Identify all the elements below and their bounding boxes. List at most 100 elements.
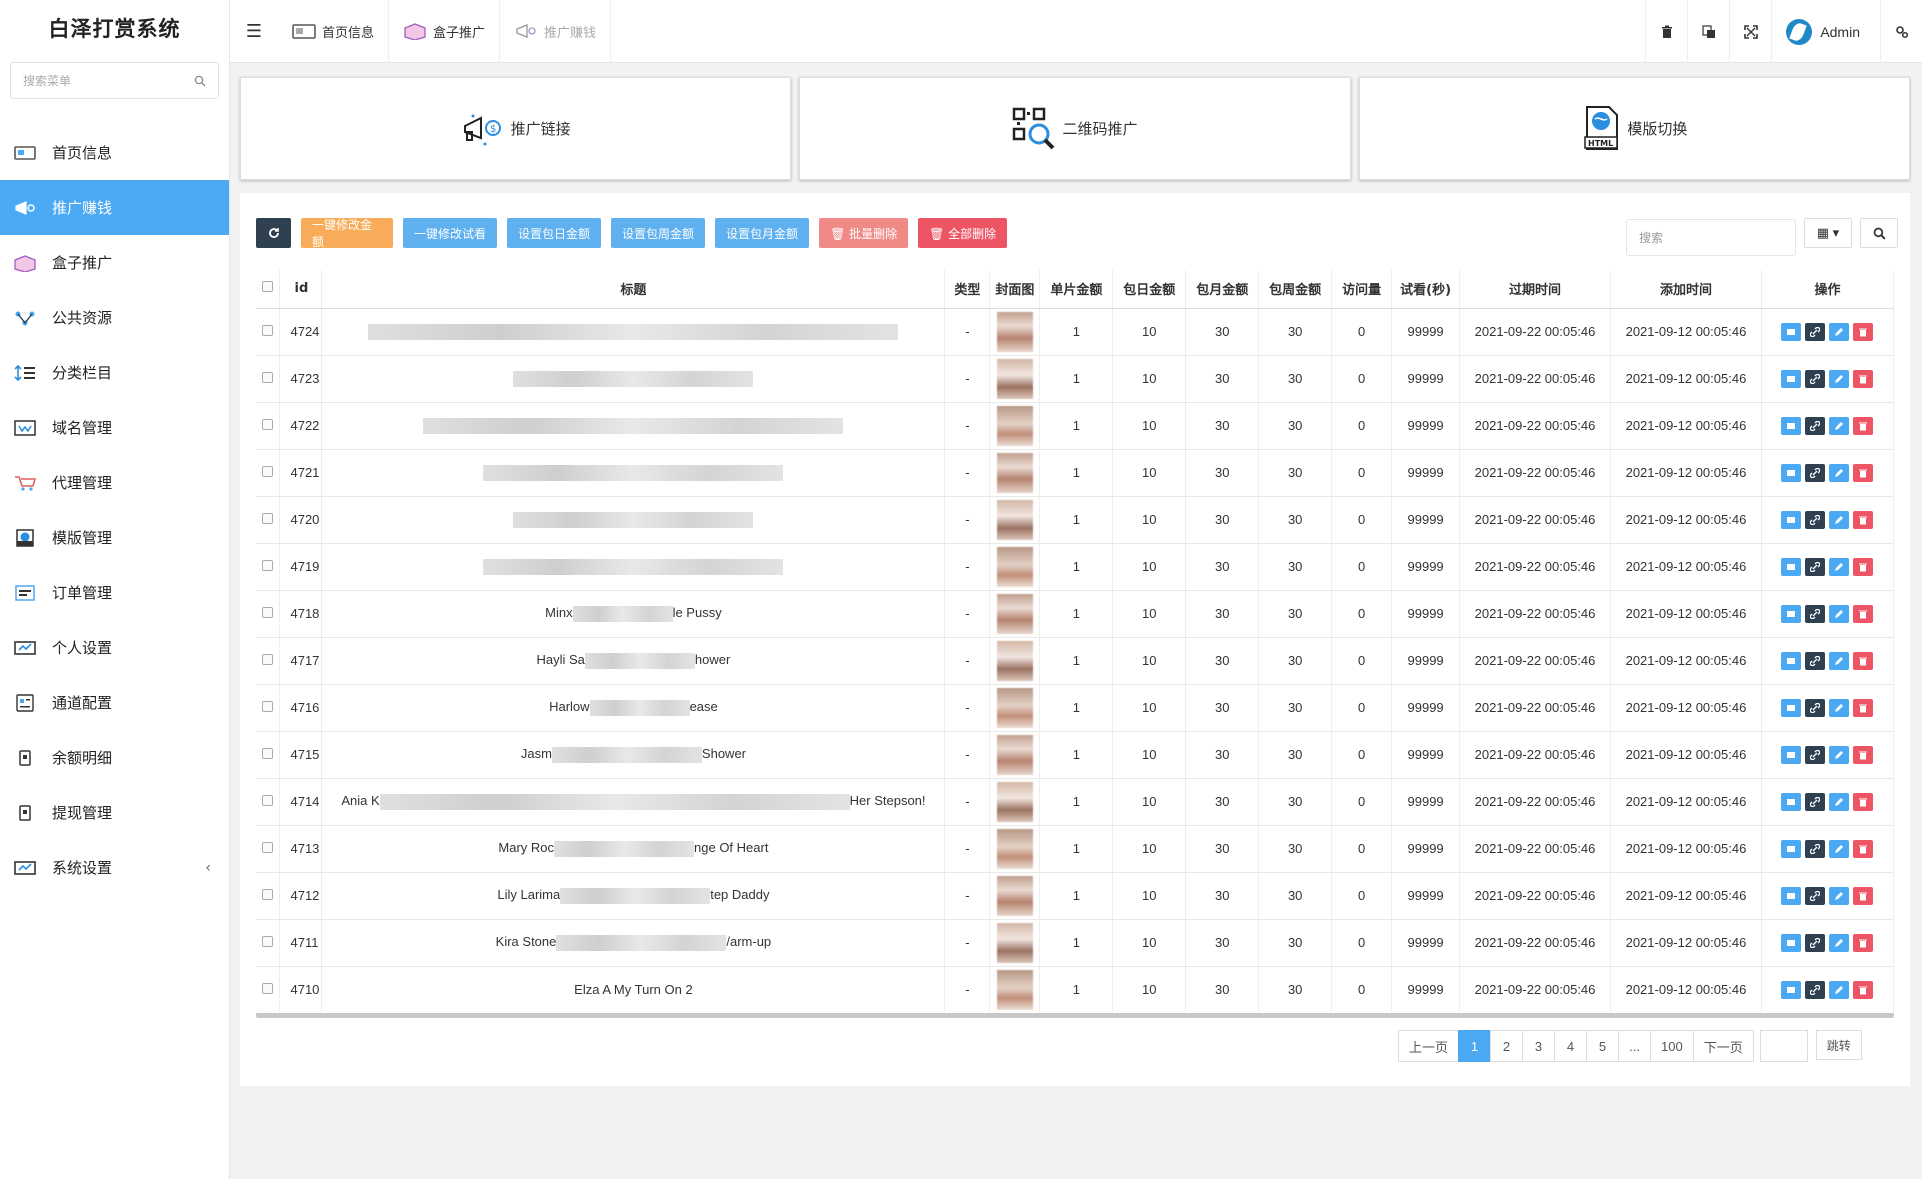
table-row[interactable]: 4716 Harlow ease -1 10 30 30 0 99999 2021-09-22 0… [256,684,1895,732]
preview-button[interactable] [1781,322,1802,341]
row-checkbox[interactable] [262,983,274,994]
delete-button[interactable] [1853,463,1874,482]
sidebar-item-3[interactable]: 公共资源 [0,290,229,345]
delete-button[interactable] [1853,745,1874,764]
copy-link-button[interactable] [1805,980,1826,999]
edit-button[interactable] [1829,604,1850,623]
preview-button[interactable] [1781,933,1802,952]
cover-thumbnail[interactable] [996,311,1033,352]
template-switch-card[interactable]: HTML 模版切换 [1358,77,1910,180]
language-button[interactable] [1687,0,1729,63]
table-row[interactable]: 4715 Jasm Shower -1 10 30 30 0 99999 2021-09-22 0… [256,731,1895,779]
cover-thumbnail[interactable] [996,781,1033,822]
toolbar-button-4[interactable]: 设置包周金额 [611,218,706,248]
page-button[interactable]: ... [1618,1030,1652,1062]
column-header[interactable]: 包月金额 [1185,270,1260,309]
preview-button[interactable] [1781,369,1802,388]
cover-thumbnail[interactable] [996,922,1033,963]
delete-button[interactable] [1853,698,1874,717]
table-row[interactable]: 4712 Lily Larima tep Daddy -1 10 30 30 0 99999 20… [256,872,1895,920]
table-row[interactable]: 4723-1 10 30 30 0 99999 2021-09-22 00:05:46 202… [256,355,1895,403]
delete-button[interactable] [1853,416,1874,435]
row-checkbox[interactable] [262,325,274,336]
cover-thumbnail[interactable] [996,687,1033,728]
column-header[interactable]: 包日金额 [1112,270,1187,309]
preview-button[interactable] [1781,980,1802,999]
preview-button[interactable] [1781,416,1802,435]
edit-button[interactable] [1829,369,1850,388]
table-row[interactable]: 4720-1 10 30 30 0 99999 2021-09-22 00:05:46 202… [256,496,1895,544]
theme-settings-button[interactable] [1880,0,1922,63]
table-row[interactable]: 4710 Elza A My Turn On 2-1 10 30 30 0 99999 202… [256,966,1895,1014]
copy-link-button[interactable] [1805,463,1826,482]
sidebar-item-12[interactable]: 提现管理 [0,785,229,840]
edit-button[interactable] [1829,322,1850,341]
sidebar-item-9[interactable]: 个人设置 [0,620,229,675]
delete-button[interactable] [1853,651,1874,670]
sidebar-item-7[interactable]: 模版管理 [0,510,229,565]
page-button[interactable]: 1 [1458,1030,1492,1062]
top-tab-0[interactable]: 首页信息 [278,0,390,63]
row-checkbox[interactable] [262,654,274,665]
edit-button[interactable] [1829,463,1850,482]
table-row[interactable]: 4713 Mary Roc nge Of Heart -1 10 30 30 0 99999 20… [256,825,1895,873]
sidebar-item-4[interactable]: 分类栏目 [0,345,229,400]
select-all-checkbox[interactable] [262,281,274,293]
columns-toggle-button[interactable]: ▦ ▾ [1804,218,1852,248]
toolbar-button-5[interactable]: 设置包月金额 [715,218,810,248]
copy-link-button[interactable] [1805,792,1826,811]
sidebar-item-6[interactable]: 代理管理 [0,455,229,510]
edit-button[interactable] [1829,933,1850,952]
table-row[interactable]: 4717 Hayli Sa hower -1 10 30 30 0 99999 2021-09-2… [256,637,1895,685]
cover-thumbnail[interactable] [996,593,1033,634]
column-header[interactable]: 包周金额 [1258,270,1333,309]
horizontal-scrollbar[interactable] [256,1013,1894,1018]
preview-button[interactable] [1781,604,1802,623]
cover-thumbnail[interactable] [996,734,1033,775]
row-checkbox[interactable] [262,419,274,430]
preview-button[interactable] [1781,698,1802,717]
promo-link-card[interactable]: $ 推广链接 [240,77,792,180]
delete-button[interactable] [1853,604,1874,623]
toolbar-button-3[interactable]: 设置包日金额 [507,218,602,248]
row-checkbox[interactable] [262,795,274,806]
page-button[interactable]: 2 [1490,1030,1524,1062]
table-row[interactable]: 4724-1 10 30 30 0 99999 2021-09-22 00:05:46 202… [256,308,1895,356]
sidebar-item-10[interactable]: 通道配置 [0,675,229,730]
refresh-button[interactable] [256,218,291,248]
copy-link-button[interactable] [1805,416,1826,435]
next-page-button[interactable]: 下一页 [1692,1030,1754,1062]
preview-button[interactable] [1781,463,1802,482]
edit-button[interactable] [1829,698,1850,717]
delete-button[interactable] [1853,933,1874,952]
toolbar-button-2[interactable]: 一键修改试看 [403,218,498,248]
search-submit-button[interactable] [1860,218,1898,248]
table-row[interactable]: 4721-1 10 30 30 0 99999 2021-09-22 00:05:46 202… [256,449,1895,497]
cover-thumbnail[interactable] [996,969,1033,1010]
copy-link-button[interactable] [1805,510,1826,529]
edit-button[interactable] [1829,980,1850,999]
delete-button[interactable] [1853,557,1874,576]
table-row[interactable]: 4711 Kira Stone/arm-up -1 10 30 30 0 99999 2021-… [256,919,1895,967]
cover-thumbnail[interactable] [996,640,1033,681]
sidebar-item-5[interactable]: 域名管理 [0,400,229,455]
copy-link-button[interactable] [1805,839,1826,858]
delete-button[interactable] [1853,369,1874,388]
edit-button[interactable] [1829,745,1850,764]
cover-thumbnail[interactable] [996,875,1033,916]
copy-link-button[interactable] [1805,698,1826,717]
preview-button[interactable] [1781,557,1802,576]
edit-button[interactable] [1829,651,1850,670]
edit-button[interactable] [1829,416,1850,435]
delete-button[interactable] [1853,322,1874,341]
column-header[interactable]: 添加时间 [1610,270,1762,309]
row-checkbox[interactable] [262,842,274,853]
preview-button[interactable] [1781,510,1802,529]
top-tab-2[interactable]: 推广赚钱 [500,0,612,63]
column-header[interactable]: 封面图 [989,270,1041,309]
edit-button[interactable] [1829,839,1850,858]
clear-cache-button[interactable] [1645,0,1687,63]
copy-link-button[interactable] [1805,604,1826,623]
preview-button[interactable] [1781,745,1802,764]
row-checkbox[interactable] [262,936,274,947]
